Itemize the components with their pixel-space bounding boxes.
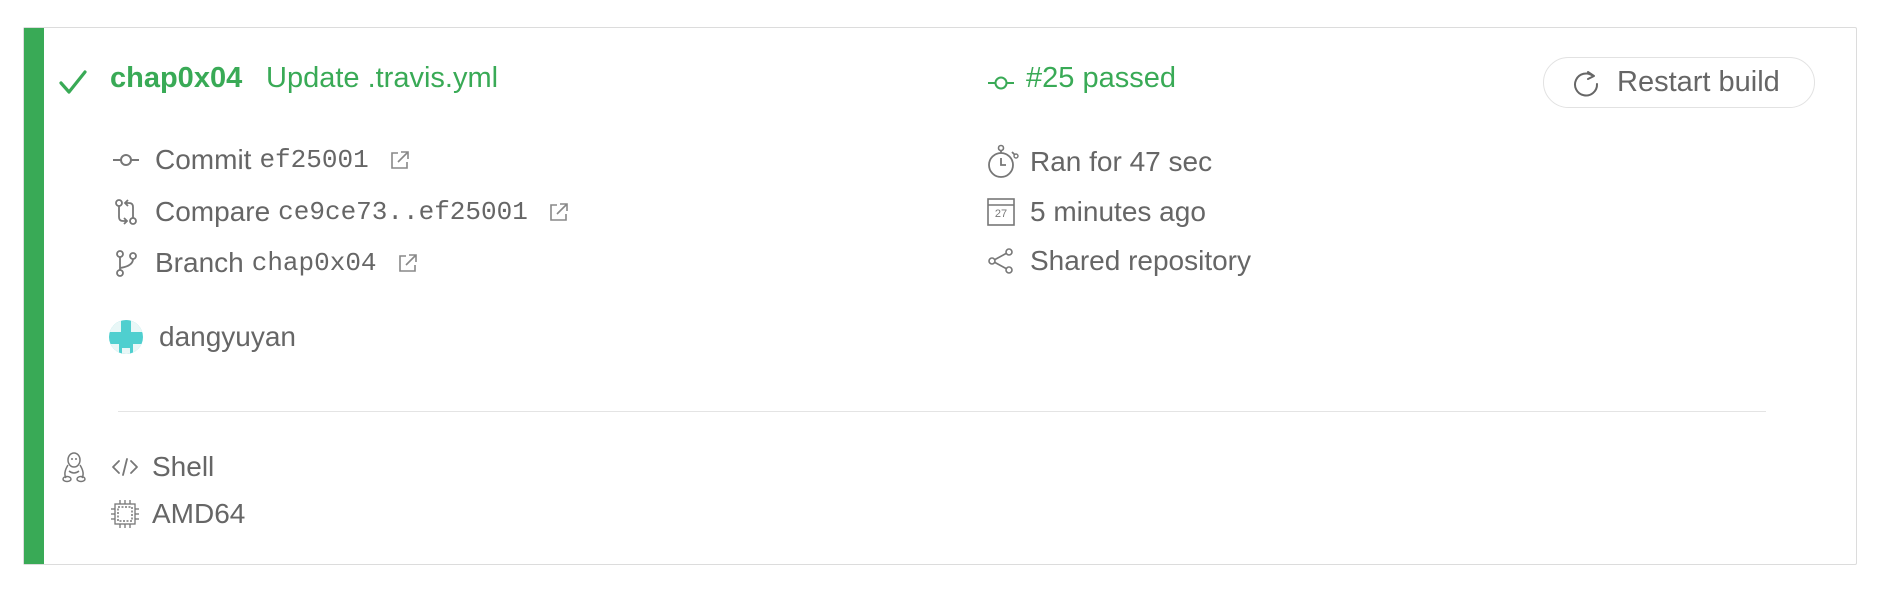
author-name: dangyuyan	[159, 321, 297, 352]
branch-label: Branch	[155, 247, 244, 278]
arch-text: AMD64	[152, 498, 246, 529]
linux-icon	[62, 452, 86, 483]
branch-name-link[interactable]: chap0x04	[252, 248, 377, 278]
restart-build-button[interactable]: Restart build	[1543, 57, 1815, 108]
check-icon	[59, 70, 87, 94]
shared-row: Shared repository	[986, 245, 1251, 277]
branch-icon	[116, 250, 137, 277]
build-status-link[interactable]: #25 passed	[1026, 62, 1176, 95]
finished-text: 5 minutes ago	[1030, 196, 1206, 227]
external-link-icon[interactable]	[397, 252, 419, 274]
calendar-icon: 27	[986, 197, 1016, 227]
language-text: Shell	[152, 451, 215, 482]
author-row: dangyuyan	[109, 320, 296, 354]
stopwatch-icon	[988, 144, 1019, 178]
compare-label: Compare	[155, 196, 271, 227]
compare-icon	[115, 199, 137, 225]
compare-row: Compare ce9ce73..ef25001	[111, 196, 570, 228]
commit-row: Commit ef25001	[111, 144, 411, 176]
cpu-icon	[111, 500, 139, 528]
commit-message-link[interactable]: Update .travis.yml	[266, 62, 498, 95]
status-stripe	[24, 28, 44, 564]
restart-icon	[1574, 70, 1599, 96]
avatar	[109, 320, 143, 354]
branch-title-link[interactable]: chap0x04	[110, 62, 242, 95]
commit-icon	[113, 154, 139, 166]
branch-row: Branch chap0x04	[111, 247, 419, 279]
commit-sha-link[interactable]: ef25001	[259, 145, 368, 175]
external-link-icon[interactable]	[389, 149, 411, 171]
commit-icon	[988, 76, 1014, 90]
duration-row: Ran for 47 sec	[986, 144, 1212, 180]
arch-row: AMD64	[110, 498, 245, 530]
share-icon	[988, 248, 1013, 274]
duration-text: Ran for 47 sec	[1030, 146, 1213, 177]
external-link-icon[interactable]	[548, 201, 570, 223]
finished-row: 27 5 minutes ago	[986, 196, 1206, 228]
section-divider	[118, 411, 1766, 412]
code-icon	[112, 458, 138, 476]
repo-visibility-text: Shared repository	[1030, 245, 1252, 276]
calendar-day: 27	[994, 208, 1008, 220]
commit-label: Commit	[155, 144, 252, 175]
compare-range-link[interactable]: ce9ce73..ef25001	[278, 197, 528, 227]
language-row: Shell	[110, 451, 214, 483]
restart-build-label: Restart build	[1617, 66, 1780, 98]
